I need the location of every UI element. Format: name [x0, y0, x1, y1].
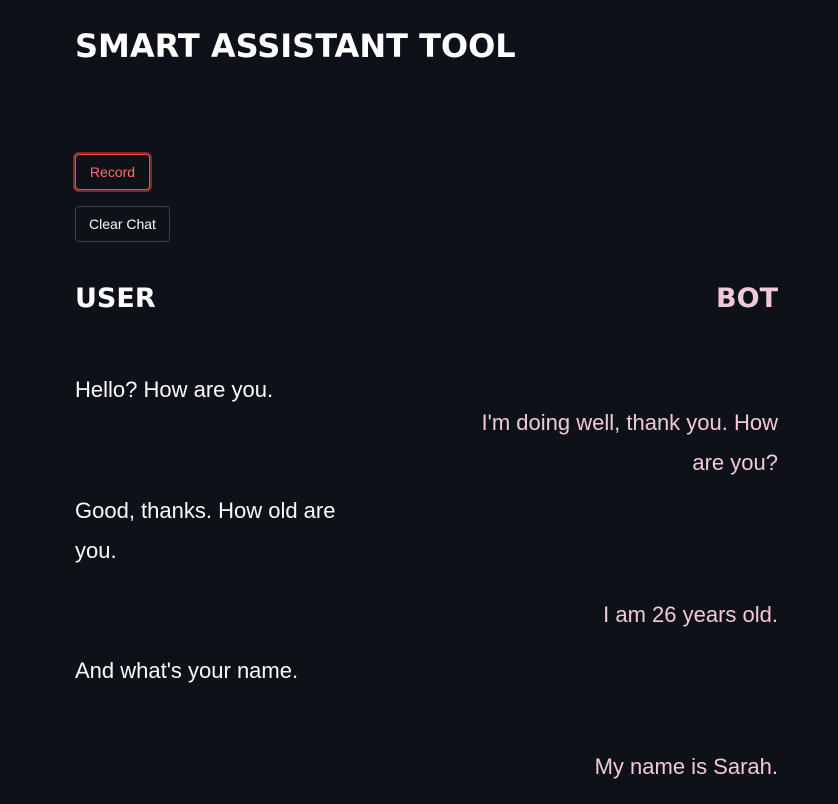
user-message: Hello? How are you.: [75, 377, 274, 402]
record-button[interactable]: Record: [75, 154, 150, 190]
bot-message: I'm doing well, thank you. How are you?: [481, 410, 778, 475]
user-column-heading: USER: [75, 283, 156, 314]
bot-message: I am 26 years old.: [603, 602, 778, 627]
bot-column-heading: BOT: [716, 283, 778, 314]
user-message: And what's your name.: [75, 658, 299, 683]
clear-chat-button[interactable]: Clear Chat: [75, 206, 170, 242]
user-message: Good, thanks. How old are you.: [75, 498, 336, 563]
page-title: SMART ASSISTANT TOOL: [75, 27, 516, 65]
bot-message: My name is Sarah.: [594, 754, 778, 779]
app-root: SMART ASSISTANT TOOL Record Clear Chat U…: [0, 0, 838, 804]
